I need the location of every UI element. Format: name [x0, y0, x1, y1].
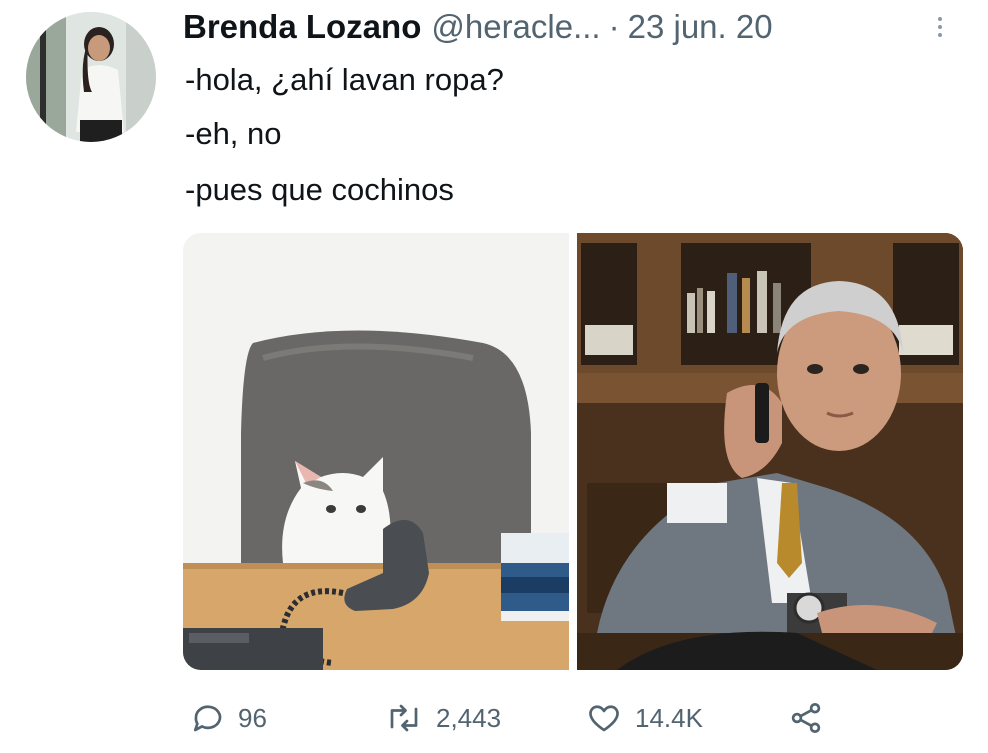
like-button[interactable]: 14.4K — [585, 695, 703, 741]
cat-photo[interactable] — [183, 233, 569, 670]
like-count: 14.4K — [635, 702, 703, 733]
tweet-header: Brenda Lozano @heracle... · 23 jun. 20 — [183, 6, 773, 48]
tweet-text-line-3: -pues que cochinos — [185, 172, 454, 207]
more-options-button[interactable] — [930, 12, 950, 42]
share-button[interactable] — [786, 695, 826, 741]
share-icon — [791, 703, 821, 733]
tweet-actions-bar: 96 2,443 14.4K — [0, 695, 988, 741]
tweet-media[interactable] — [183, 233, 963, 670]
more-dot — [938, 25, 942, 29]
avatar-image — [26, 12, 156, 142]
author-handle[interactable]: @heracle... — [431, 8, 600, 46]
retweet-button[interactable]: 2,443 — [384, 695, 501, 741]
more-dot — [938, 33, 942, 37]
cat-at-desk-image — [183, 233, 569, 670]
reply-icon — [193, 705, 222, 732]
retweet-count: 2,443 — [436, 702, 502, 733]
tweet-text-line-1: -hola, ¿ahí lavan ropa? — [185, 62, 504, 97]
separator-dot: · — [608, 8, 620, 45]
more-vertical-icon — [938, 17, 942, 21]
author-avatar[interactable] — [26, 12, 156, 142]
heart-icon — [589, 705, 619, 732]
reply-button[interactable]: 96 — [190, 695, 267, 741]
man-on-phone-image — [577, 233, 963, 670]
reply-count: 96 — [238, 702, 267, 733]
tweet-text-line-2: -eh, no — [185, 116, 282, 151]
author-name[interactable]: Brenda Lozano — [183, 8, 421, 46]
tweet-date[interactable]: 23 jun. 20 — [628, 8, 773, 46]
man-on-phone-photo[interactable] — [577, 233, 963, 670]
retweet-icon — [390, 704, 418, 732]
